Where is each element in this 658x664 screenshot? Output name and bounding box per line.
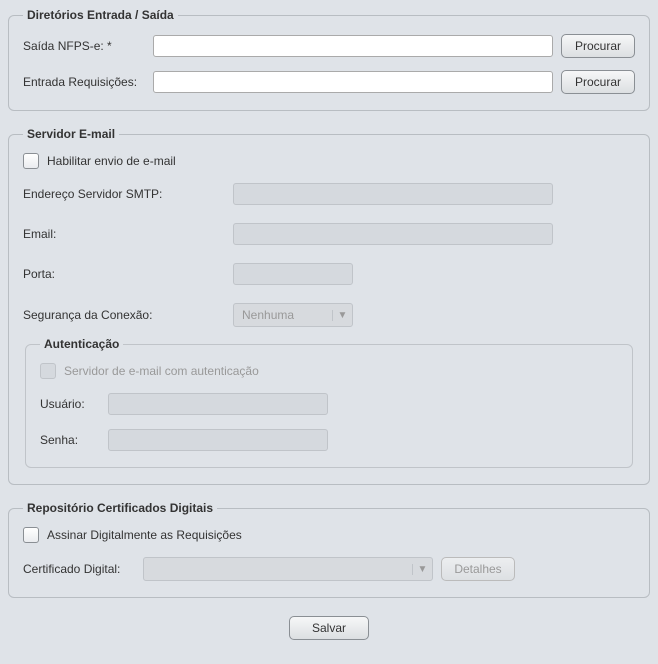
cert-row: Certificado Digital: ▼ Detalhes [23,557,635,581]
email-label: Email: [23,227,233,241]
entrada-input[interactable] [153,71,553,93]
smtp-input[interactable] [233,183,553,205]
dirs-fieldset: Diretórios Entrada / Saída Saída NFPS-e:… [8,8,650,111]
auth-pass-row: Senha: [40,429,618,451]
port-input[interactable] [233,263,353,285]
auth-user-label: Usuário: [40,397,108,411]
email-input[interactable] [233,223,553,245]
port-label: Porta: [23,267,233,281]
save-button[interactable]: Salvar [289,616,369,640]
cert-legend: Repositório Certificados Digitais [23,501,217,515]
entrada-label: Entrada Requisições: [23,75,153,89]
auth-fieldset: Autenticação Servidor de e-mail com aute… [25,337,633,468]
saida-label: Saída NFPS-e: * [23,39,153,53]
security-select-value: Nenhuma [234,308,332,322]
sign-checkbox[interactable] [23,527,39,543]
enable-email-row: Habilitar envio de e-mail [23,153,635,169]
auth-legend: Autenticação [40,337,123,351]
cert-label: Certificado Digital: [23,562,143,576]
email-fieldset: Servidor E-mail Habilitar envio de e-mai… [8,127,650,485]
security-select[interactable]: Nenhuma ▼ [233,303,353,327]
auth-user-input[interactable] [108,393,328,415]
cert-fieldset: Repositório Certificados Digitais Assina… [8,501,650,598]
entrada-row: Entrada Requisições: Procurar [23,70,635,94]
enable-email-checkbox[interactable] [23,153,39,169]
save-wrap: Salvar [8,614,650,646]
enable-email-label: Habilitar envio de e-mail [47,154,176,168]
auth-enable-label: Servidor de e-mail com autenticação [64,364,259,378]
security-row: Segurança da Conexão: Nenhuma ▼ [23,303,635,327]
saida-row: Saída NFPS-e: * Procurar [23,34,635,58]
security-label: Segurança da Conexão: [23,308,233,322]
details-button[interactable]: Detalhes [441,557,515,581]
auth-enable-checkbox[interactable] [40,363,56,379]
saida-input[interactable] [153,35,553,57]
cert-select[interactable]: ▼ [143,557,433,581]
email-legend: Servidor E-mail [23,127,119,141]
email-row: Email: [23,223,635,245]
smtp-label: Endereço Servidor SMTP: [23,187,233,201]
auth-pass-input[interactable] [108,429,328,451]
smtp-row: Endereço Servidor SMTP: [23,183,635,205]
sign-row: Assinar Digitalmente as Requisições [23,527,635,543]
entrada-browse-button[interactable]: Procurar [561,70,635,94]
auth-pass-label: Senha: [40,433,108,447]
auth-user-row: Usuário: [40,393,618,415]
saida-browse-button[interactable]: Procurar [561,34,635,58]
chevron-down-icon: ▼ [332,310,352,321]
chevron-down-icon: ▼ [412,564,432,575]
port-row: Porta: [23,263,635,285]
sign-label: Assinar Digitalmente as Requisições [47,528,242,542]
auth-enable-row: Servidor de e-mail com autenticação [40,363,618,379]
dirs-legend: Diretórios Entrada / Saída [23,8,178,22]
